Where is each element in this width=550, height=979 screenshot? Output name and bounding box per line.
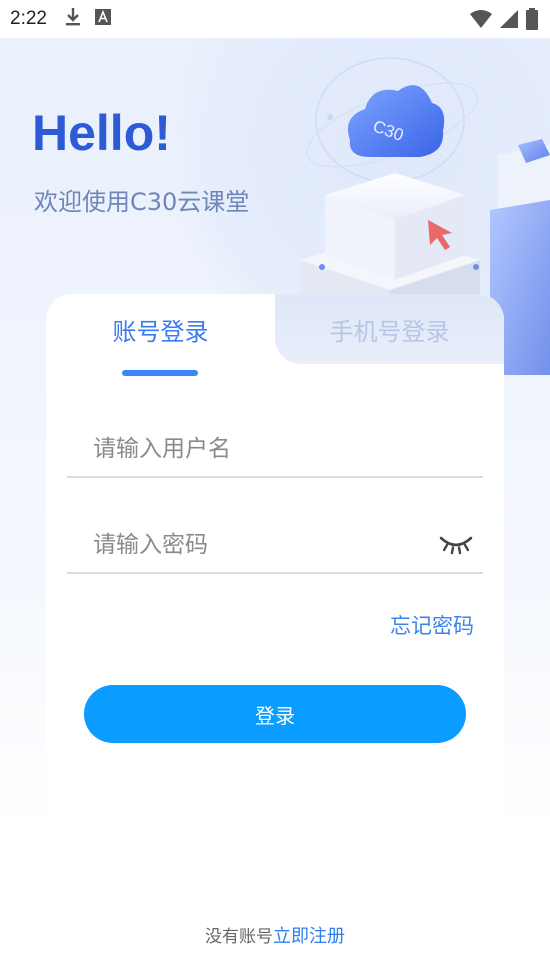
username-field	[67, 422, 483, 478]
welcome-subtitle: 欢迎使用C30云课堂	[34, 188, 250, 216]
tab-phone-login[interactable]: 手机号登录	[275, 294, 504, 364]
download-icon	[65, 7, 81, 31]
active-tab-indicator	[122, 370, 198, 376]
username-input[interactable]	[67, 422, 407, 476]
signal-icon	[500, 9, 518, 33]
tab-account-login[interactable]: 账号登录	[46, 294, 275, 364]
status-bar: 2:22	[0, 0, 550, 38]
battery-icon	[526, 8, 538, 34]
eye-closed-icon[interactable]	[439, 534, 473, 556]
register-footer: 没有账号立即注册	[0, 922, 550, 948]
register-link[interactable]: 立即注册	[273, 926, 345, 947]
password-field	[67, 518, 483, 574]
login-card: 账号登录 手机号登录 忘记密码 登录	[46, 294, 504, 814]
login-button[interactable]: 登录	[84, 685, 466, 743]
greeting-title: Hello!	[32, 105, 171, 161]
password-input[interactable]	[67, 518, 407, 572]
status-time: 2:22	[10, 8, 47, 29]
status-right-icons	[470, 8, 538, 34]
forgot-password-link[interactable]: 忘记密码	[390, 610, 474, 640]
wifi-icon	[470, 9, 492, 33]
no-account-text: 没有账号	[205, 927, 273, 947]
a-notification-icon	[94, 9, 111, 29]
status-left-icons	[65, 7, 111, 31]
